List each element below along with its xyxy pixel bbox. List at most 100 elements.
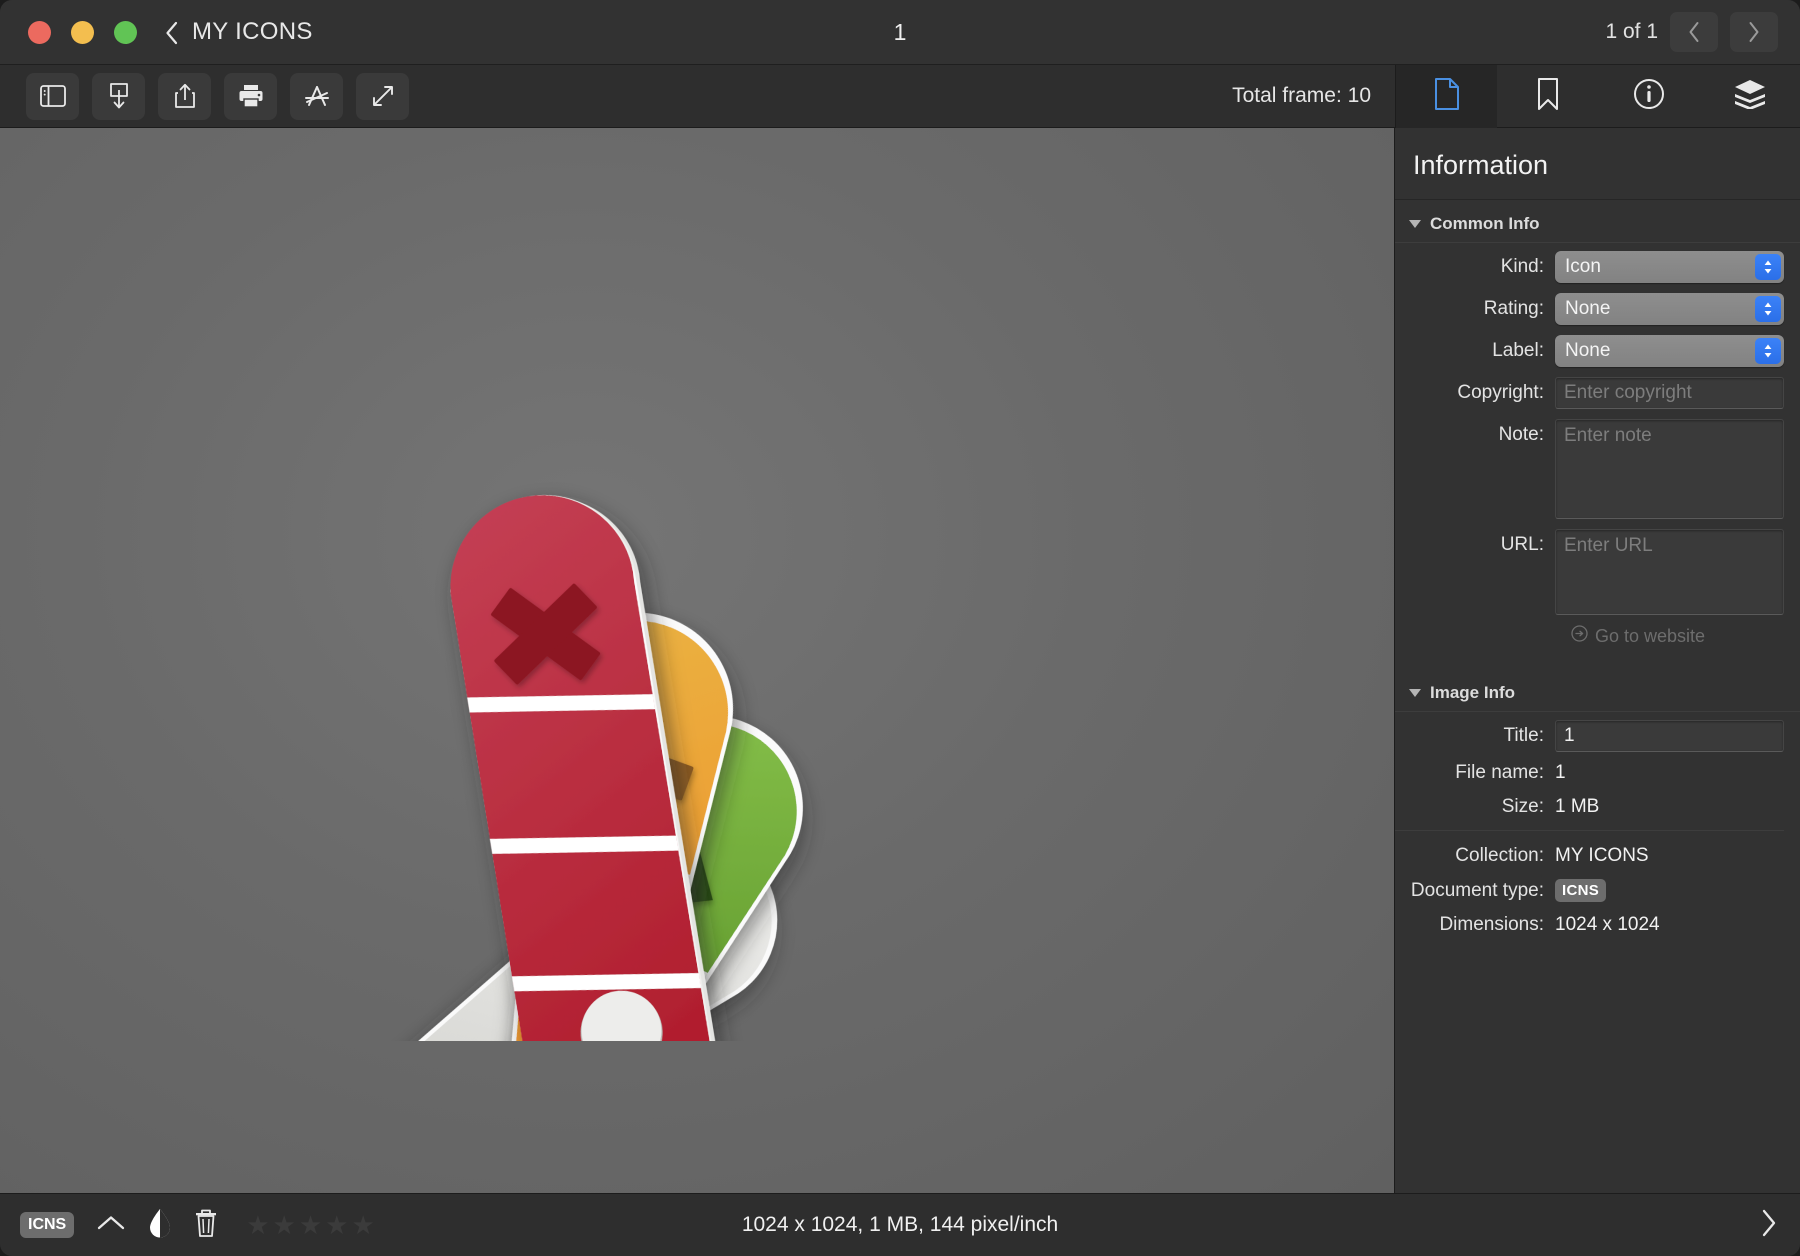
url-input[interactable]: Enter URL — [1555, 529, 1784, 615]
copyright-label: Copyright: — [1457, 382, 1544, 403]
maximize-button[interactable] — [114, 20, 137, 44]
url-row: URL: Enter URL — [1395, 529, 1784, 615]
title-value: 1 — [1564, 725, 1575, 746]
next-button[interactable] — [1730, 12, 1778, 52]
chevron-left-icon[interactable] — [165, 21, 178, 45]
import-button[interactable] — [92, 72, 145, 120]
kind-select[interactable]: Icon — [1555, 251, 1784, 283]
total-frame-label: Total frame: 10 — [1232, 84, 1371, 107]
sidebar-icon — [39, 85, 66, 107]
size-row: Size: 1 MB — [1395, 796, 1784, 818]
image-info-rows: Title: 1 File name: 1 Size: 1 MB Collect… — [1395, 712, 1800, 958]
chevron-up-icon[interactable] — [96, 1214, 126, 1237]
image-info-label: Image Info — [1430, 683, 1516, 702]
kind-row: Kind: Icon — [1395, 251, 1784, 283]
stepper-icon[interactable] — [1755, 338, 1781, 364]
collection-name: MY ICONS — [192, 18, 313, 45]
note-input[interactable]: Enter note — [1555, 419, 1784, 519]
star-icon[interactable]: ★ — [325, 1212, 348, 1238]
disclosure-triangle-icon[interactable] — [1409, 220, 1421, 228]
sidebar-header: Information — [1395, 128, 1800, 200]
title-row: Title: 1 — [1395, 720, 1784, 752]
collection-label: Collection: — [1455, 845, 1544, 866]
image-info-section-header[interactable]: Image Info — [1395, 669, 1800, 712]
star-icon[interactable]: ★ — [299, 1212, 322, 1238]
star-icon[interactable]: ★ — [351, 1212, 374, 1238]
file-name-row: File name: 1 — [1395, 762, 1784, 784]
note-label: Note: — [1498, 424, 1544, 445]
information-sidebar: Information Common Info Kind: Icon Ratin… — [1395, 128, 1800, 1193]
close-button[interactable] — [28, 20, 51, 44]
label-label: Label: — [1492, 340, 1544, 361]
note-placeholder: Enter note — [1564, 425, 1652, 446]
expand-diagonal-icon — [371, 84, 395, 108]
copyright-input[interactable]: Enter copyright — [1555, 377, 1784, 409]
share-button[interactable] — [158, 72, 211, 120]
collection-row: Collection: MY ICONS — [1395, 845, 1784, 867]
droplet-contrast-icon[interactable] — [148, 1208, 172, 1243]
minimize-button[interactable] — [71, 20, 94, 44]
app-store-button[interactable] — [290, 72, 343, 120]
back-navigation[interactable]: MY ICONS — [165, 18, 313, 46]
note-row: Note: Enter note — [1395, 419, 1784, 519]
status-bar: ICNS ★ ★ ★ ★ ★ 1024 x 1024, 1 MB, 144 pi… — [0, 1193, 1800, 1256]
disclosure-triangle-icon[interactable] — [1409, 689, 1421, 697]
rating-value: None — [1565, 298, 1611, 319]
label-value: None — [1565, 340, 1611, 361]
kind-value: Icon — [1565, 256, 1601, 277]
document-icon — [1434, 77, 1460, 115]
size-value: 1 MB — [1555, 796, 1600, 817]
rating-stars[interactable]: ★ ★ ★ ★ ★ — [246, 1212, 375, 1238]
copyright-row: Copyright: Enter copyright — [1395, 377, 1784, 409]
stepper-icon[interactable] — [1755, 254, 1781, 280]
content-area: Information Common Info Kind: Icon Ratin… — [0, 128, 1800, 1193]
toolbar: Total frame: 10 — [0, 64, 1800, 128]
layers-icon — [1734, 79, 1766, 114]
page-counter: 1 of 1 — [1605, 20, 1658, 43]
star-icon[interactable]: ★ — [246, 1212, 269, 1238]
copyright-placeholder: Enter copyright — [1564, 382, 1692, 403]
traffic-lights — [0, 20, 137, 44]
go-to-website-text: Go to website — [1595, 625, 1706, 646]
print-button[interactable] — [224, 72, 277, 120]
kind-label: Kind: — [1500, 256, 1544, 277]
sidebar-toggle-button[interactable] — [26, 72, 79, 120]
title-label: Title: — [1503, 725, 1544, 746]
chevron-right-icon[interactable] — [1760, 1208, 1778, 1243]
file-name-label: File name: — [1455, 762, 1544, 783]
printer-icon — [238, 84, 264, 108]
pagination-group: 1 of 1 — [1605, 12, 1800, 52]
tab-info[interactable] — [1598, 65, 1699, 128]
document-type-badge: ICNS — [1555, 879, 1607, 902]
common-info-section-header[interactable]: Common Info — [1395, 200, 1800, 243]
rating-select[interactable]: None — [1555, 293, 1784, 325]
arrow-circle-right-icon — [1571, 625, 1588, 647]
label-row: Label: None — [1395, 335, 1784, 367]
status-bar-right — [1760, 1208, 1800, 1243]
common-info-label: Common Info — [1430, 214, 1540, 233]
trash-icon[interactable] — [194, 1208, 218, 1243]
go-to-website-link[interactable]: Go to website — [1571, 625, 1784, 647]
rating-label: Rating: — [1483, 298, 1544, 319]
image-canvas[interactable] — [0, 128, 1395, 1193]
stepper-icon[interactable] — [1755, 296, 1781, 322]
tab-bookmark[interactable] — [1497, 65, 1598, 128]
star-icon[interactable]: ★ — [273, 1212, 296, 1238]
section-divider — [1395, 830, 1784, 831]
tab-document[interactable] — [1396, 64, 1497, 128]
url-placeholder: Enter URL — [1564, 535, 1653, 556]
label-select[interactable]: None — [1555, 335, 1784, 367]
collection-value: MY ICONS — [1555, 845, 1649, 866]
previous-button[interactable] — [1670, 12, 1718, 52]
file-name-value: 1 — [1555, 762, 1566, 783]
bookmark-icon — [1537, 77, 1559, 115]
title-bar: MY ICONS 1 1 of 1 — [0, 0, 1800, 65]
fullscreen-button[interactable] — [356, 72, 409, 120]
toolbar-buttons — [0, 72, 409, 120]
dimensions-label: Dimensions: — [1439, 914, 1544, 935]
status-bar-left: ICNS ★ ★ ★ ★ ★ — [0, 1208, 375, 1243]
tab-layers[interactable] — [1699, 65, 1800, 128]
title-input[interactable]: 1 — [1555, 720, 1784, 752]
format-badge: ICNS — [20, 1212, 75, 1238]
download-icon — [107, 83, 131, 109]
